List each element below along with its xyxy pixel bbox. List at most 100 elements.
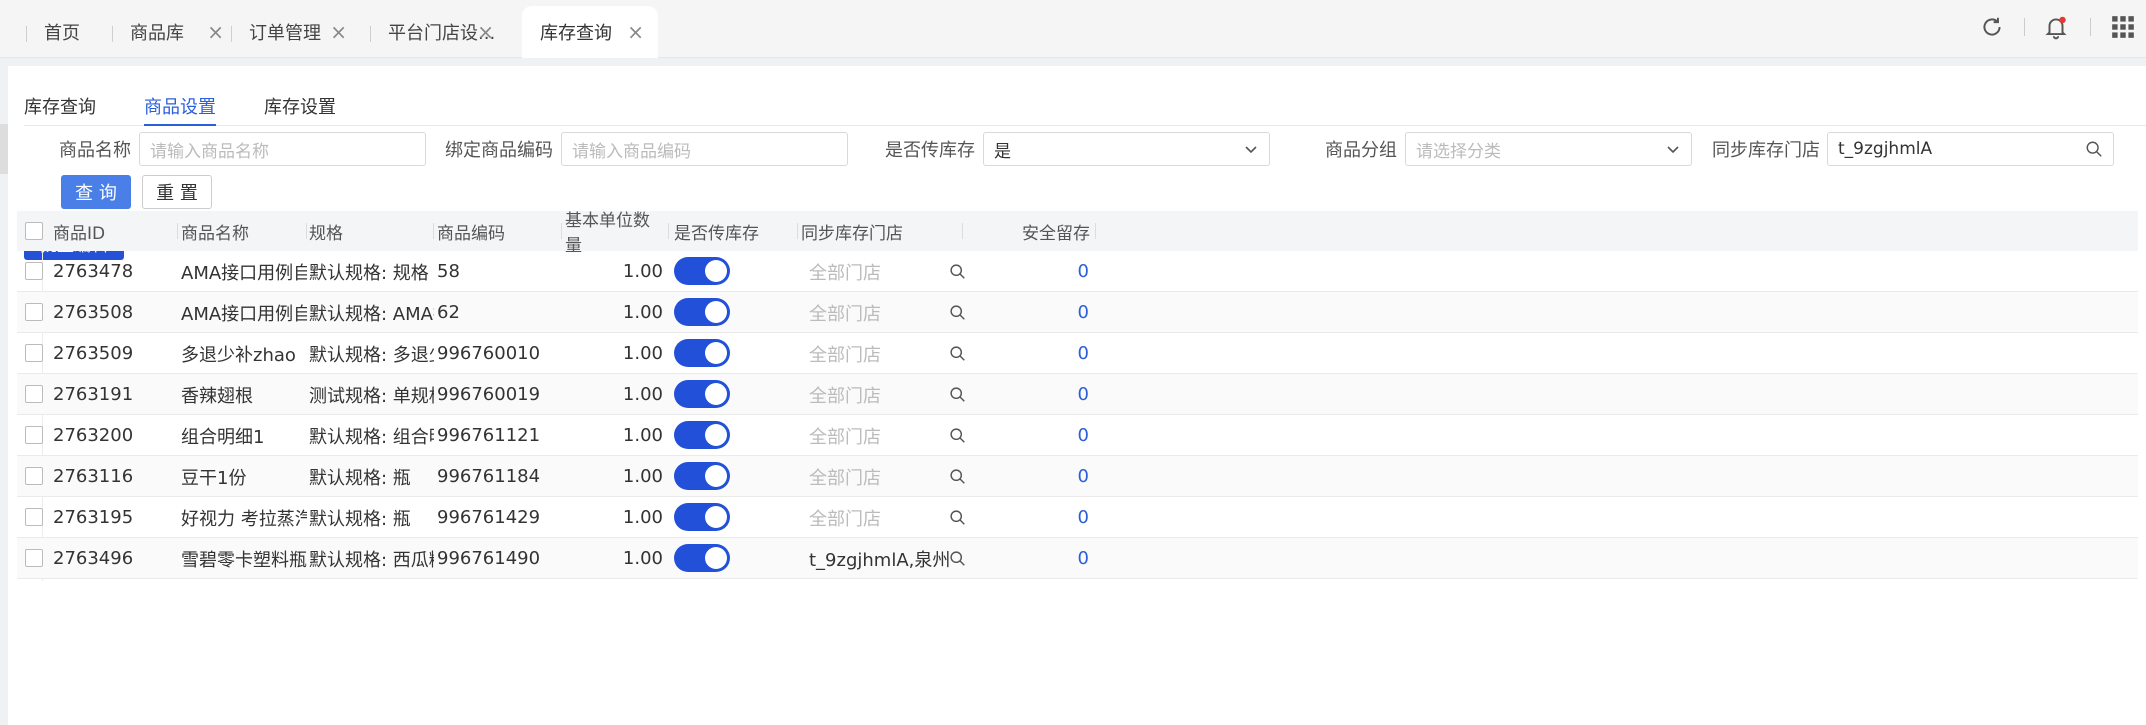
cell-safe-stock[interactable]: 0 [965,251,1089,292]
tab-platform-store-settings[interactable]: 平台门店设... × [370,6,508,58]
column-resize-handle[interactable] [177,223,178,239]
product-table: 商品ID 商品名称 规格 商品编码 基本单位数量 是否传库存 同步库存门店 安全… [17,211,2138,581]
column-resize-handle[interactable] [668,223,669,239]
cell-store: t_9zgjhmlA,泉州店 [809,549,949,571]
product-code-input[interactable]: 请输入商品编码 [561,132,848,166]
close-icon[interactable]: × [207,20,224,44]
search-icon[interactable] [949,550,966,567]
header-text: 基本单位数量 [565,211,650,256]
sync-stock-select[interactable]: 是 [983,132,1270,166]
cell-id: 2763116 [53,466,134,487]
tab-label: 商品库 [130,23,184,44]
cell-id: 2763200 [53,425,134,446]
select-all-checkbox[interactable] [25,222,43,240]
header-sync: 是否传库存 [674,211,798,251]
search-icon[interactable] [949,386,966,403]
row-checkbox[interactable] [25,385,43,403]
sync-stock-toggle[interactable] [674,462,730,490]
column-resize-handle[interactable] [797,223,798,239]
cell-name: 好视力 考拉蒸汽... [181,508,307,530]
cell-safe-stock[interactable]: 0 [965,538,1089,579]
header-safe: 安全留存 [965,211,1096,251]
cell-safe-stock[interactable]: 0 [965,497,1089,538]
tab-inventory-query[interactable]: 库存查询 × [522,6,658,58]
cell-safe-stock[interactable]: 0 [965,333,1089,374]
subtab-inventory-settings[interactable]: 库存设置 [264,86,336,126]
search-icon[interactable] [949,304,966,321]
sync-stock-toggle[interactable] [674,339,730,367]
row-checkbox[interactable] [25,344,43,362]
cell-spec: 默认规格: 瓶 [309,508,411,530]
close-icon[interactable]: × [330,20,347,44]
row-checkbox[interactable] [25,549,43,567]
search-icon[interactable] [949,509,966,526]
sub-tabs: 库存查询 商品设置 库存设置 [24,86,2146,126]
placeholder-text: 请选择分类 [1416,141,1501,162]
search-icon[interactable] [949,345,966,362]
tab-bar: 首页 商品库 × 订单管理 × 平台门店设... × 库存查询 × [0,0,2146,58]
sync-stock-toggle[interactable] [674,503,730,531]
toggle-knob [705,465,727,487]
cell-id: 2763478 [53,261,134,282]
subtab-label: 库存设置 [264,97,336,118]
cell-spec: 默认规格: AMA接... [309,303,434,325]
cell-spec: 默认规格: 西瓜糖 [309,549,434,571]
toggle-knob [705,424,727,446]
row-checkbox[interactable] [25,508,43,526]
sync-stock-toggle[interactable] [674,544,730,572]
cell-name: AMA接口用例自... [181,262,307,284]
cell-code: 996761490 [437,548,541,569]
tab-order-management[interactable]: 订单管理 × [231,6,361,58]
table-header: 商品ID 商品名称 规格 商品编码 基本单位数量 是否传库存 同步库存门店 安全… [17,211,2138,256]
sync-stock-toggle[interactable] [674,380,730,408]
close-icon[interactable]: × [477,20,494,44]
toggle-knob [705,547,727,569]
product-group-select[interactable]: 请选择分类 [1405,132,1692,166]
header-text: 安全留存 [1022,223,1090,244]
header-text: 同步库存门店 [801,223,903,244]
subtab-product-settings[interactable]: 商品设置 [144,86,216,126]
column-resize-handle[interactable] [561,223,562,239]
bell-icon[interactable] [2043,14,2069,40]
column-resize-handle[interactable] [1095,223,1096,239]
cell-safe-stock[interactable]: 0 [965,456,1089,497]
product-name-label: 商品名称 [59,140,131,161]
row-checkbox[interactable] [25,262,43,280]
reset-button[interactable]: 重 置 [142,175,212,209]
cell-code: 62 [437,302,460,323]
search-icon[interactable] [949,427,966,444]
cell-spec: 测试规格: 单规格 [309,385,434,407]
cell-code: 996761184 [437,466,541,487]
sync-stock-toggle[interactable] [674,257,730,285]
column-resize-handle[interactable] [433,223,434,239]
sync-stock-label: 是否传库存 [885,140,975,161]
selected-value: 是 [994,141,1011,162]
row-checkbox[interactable] [25,467,43,485]
cell-code: 996760010 [437,343,541,364]
tab-product-library[interactable]: 商品库 × [112,6,238,58]
cell-name: 香辣翅根 [181,385,253,407]
divider [2090,18,2091,36]
query-button[interactable]: 查 询 [61,175,131,209]
sync-stock-toggle[interactable] [674,298,730,326]
refresh-icon[interactable] [1979,14,2005,40]
cell-safe-stock[interactable]: 0 [965,292,1089,333]
search-icon[interactable] [2085,140,2103,158]
cell-safe-stock[interactable]: 0 [965,374,1089,415]
sync-store-input[interactable]: t_9zgjhmlA [1827,132,2114,166]
product-name-input[interactable]: 请输入商品名称 [139,132,426,166]
column-resize-handle[interactable] [962,223,963,239]
row-checkbox[interactable] [25,303,43,321]
search-icon[interactable] [949,263,966,280]
search-icon[interactable] [949,468,966,485]
cell-name: 多退少补zhao [181,344,296,366]
close-icon[interactable]: × [627,20,644,44]
table-row: 2763200 组合明细1 默认规格: 组合明... 996761121 1.0… [17,415,2138,456]
subtab-inventory-query[interactable]: 库存查询 [24,86,96,126]
apps-grid-icon[interactable] [2110,14,2136,40]
cell-safe-stock[interactable]: 0 [965,415,1089,456]
subtab-label: 商品设置 [144,97,216,118]
column-resize-handle[interactable] [306,223,307,239]
sync-stock-toggle[interactable] [674,421,730,449]
row-checkbox[interactable] [25,426,43,444]
